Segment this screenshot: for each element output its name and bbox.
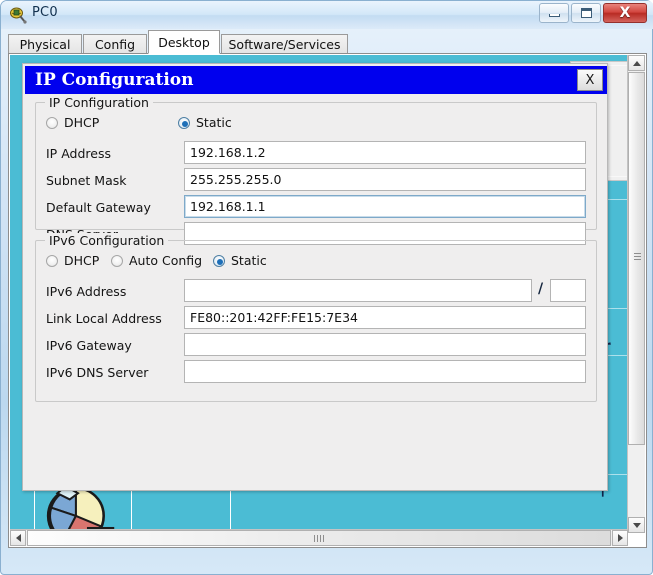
scroll-down-icon	[632, 522, 641, 528]
scrollbar-grip-icon	[634, 253, 641, 260]
ipv4-group-legend: IP Configuration	[45, 95, 153, 110]
desktop-canvas: r or | IP Co	[10, 55, 628, 533]
tab-bar: Physical Config Desktop Software/Service…	[8, 30, 647, 54]
radio-icon-ipv4-dhcp	[46, 116, 58, 129]
ipv4-configuration-group: IP Configuration DHCP Static IP Address …	[35, 95, 597, 245]
radio-ipv6-auto-config[interactable]: Auto Config	[111, 253, 202, 268]
scroll-right-icon	[617, 534, 623, 542]
radio-icon-ipv6-static	[213, 254, 225, 267]
tab-config[interactable]: Config	[83, 34, 147, 54]
input-default-gateway[interactable]: 192.168.1.1	[184, 195, 586, 218]
radio-ipv4-static[interactable]: Static	[178, 115, 232, 130]
radio-ipv6-dhcp[interactable]: DHCP	[46, 253, 99, 268]
device-icon	[10, 7, 27, 24]
minimize-button[interactable]	[539, 3, 569, 23]
minimize-icon	[548, 13, 560, 17]
radio-label-ipv4-dhcp: DHCP	[64, 115, 100, 130]
radio-label-ipv4-static: Static	[196, 115, 232, 130]
scroll-up-icon	[632, 60, 641, 66]
label-subnet-mask: Subnet Mask	[46, 173, 127, 188]
label-ipv6-gateway: IPv6 Gateway	[46, 338, 132, 353]
scroll-up-button[interactable]	[628, 55, 645, 71]
window-titlebar: PC0 X	[1, 1, 653, 29]
dialog-titlebar: IP Configuration X	[25, 66, 607, 94]
radio-ipv4-dhcp[interactable]: DHCP	[46, 115, 99, 130]
label-ip-address: IP Address	[46, 146, 111, 161]
maximize-button[interactable]	[571, 3, 601, 23]
vertical-scrollbar-thumb[interactable]	[628, 72, 645, 445]
input-link-local-address[interactable]: FE80::201:42FF:FE15:7E34	[184, 306, 586, 329]
label-ipv6-dns-server: IPv6 DNS Server	[46, 365, 149, 380]
scroll-left-icon	[15, 534, 21, 542]
ipv6-configuration-group: IPv6 Configuration DHCP Auto Config Stat…	[35, 233, 597, 402]
horizontal-scrollbar-thumb[interactable]	[27, 530, 611, 546]
scrollbar-grip-icon-h	[314, 535, 324, 542]
input-ipv6-dns-server[interactable]	[184, 360, 586, 383]
close-icon: X	[619, 5, 631, 21]
radio-ipv6-static[interactable]: Static	[213, 253, 267, 268]
horizontal-scrollbar[interactable]	[10, 529, 628, 546]
input-ipv6-address[interactable]	[184, 279, 532, 302]
dialog-close-button[interactable]: X	[577, 69, 603, 91]
input-ip-address[interactable]: 192.168.1.2	[184, 141, 586, 164]
maximize-icon	[580, 8, 592, 18]
input-subnet-mask[interactable]: 255.255.255.0	[184, 168, 586, 191]
tab-physical[interactable]: Physical	[8, 34, 82, 54]
ip-configuration-dialog: IP Configuration X IP Configuration DHCP…	[22, 63, 608, 491]
tab-content-panel: r or | IP Co	[8, 53, 647, 548]
scroll-right-button[interactable]	[612, 530, 628, 546]
radio-label-ipv6-auto-config: Auto Config	[129, 253, 203, 268]
input-ipv6-gateway[interactable]	[184, 333, 586, 356]
radio-label-ipv6-static: Static	[231, 253, 267, 268]
radio-label-ipv6-dhcp: DHCP	[64, 253, 100, 268]
scroll-down-button[interactable]	[628, 517, 645, 533]
close-button[interactable]: X	[603, 3, 647, 23]
label-link-local-address: Link Local Address	[46, 311, 162, 326]
label-ipv6-address: IPv6 Address	[46, 284, 127, 299]
pc0-window: PC0 X Physical Config Desktop Software/S…	[0, 0, 653, 575]
radio-icon-ipv4-static	[178, 116, 190, 129]
vertical-scrollbar[interactable]	[627, 55, 645, 533]
radio-icon-ipv6-auto-config	[111, 254, 123, 267]
ipv6-group-legend: IPv6 Configuration	[45, 233, 169, 248]
window-title: PC0	[32, 5, 58, 20]
tab-desktop[interactable]: Desktop	[148, 30, 220, 54]
ipv6-prefix-separator: /	[538, 281, 544, 297]
label-default-gateway: Default Gateway	[46, 200, 151, 215]
radio-icon-ipv6-dhcp	[46, 254, 58, 267]
tab-software-services[interactable]: Software/Services	[221, 34, 348, 54]
scroll-left-button[interactable]	[10, 530, 26, 546]
dialog-title: IP Configuration	[35, 70, 194, 90]
input-ipv6-prefix-length[interactable]	[550, 279, 586, 302]
